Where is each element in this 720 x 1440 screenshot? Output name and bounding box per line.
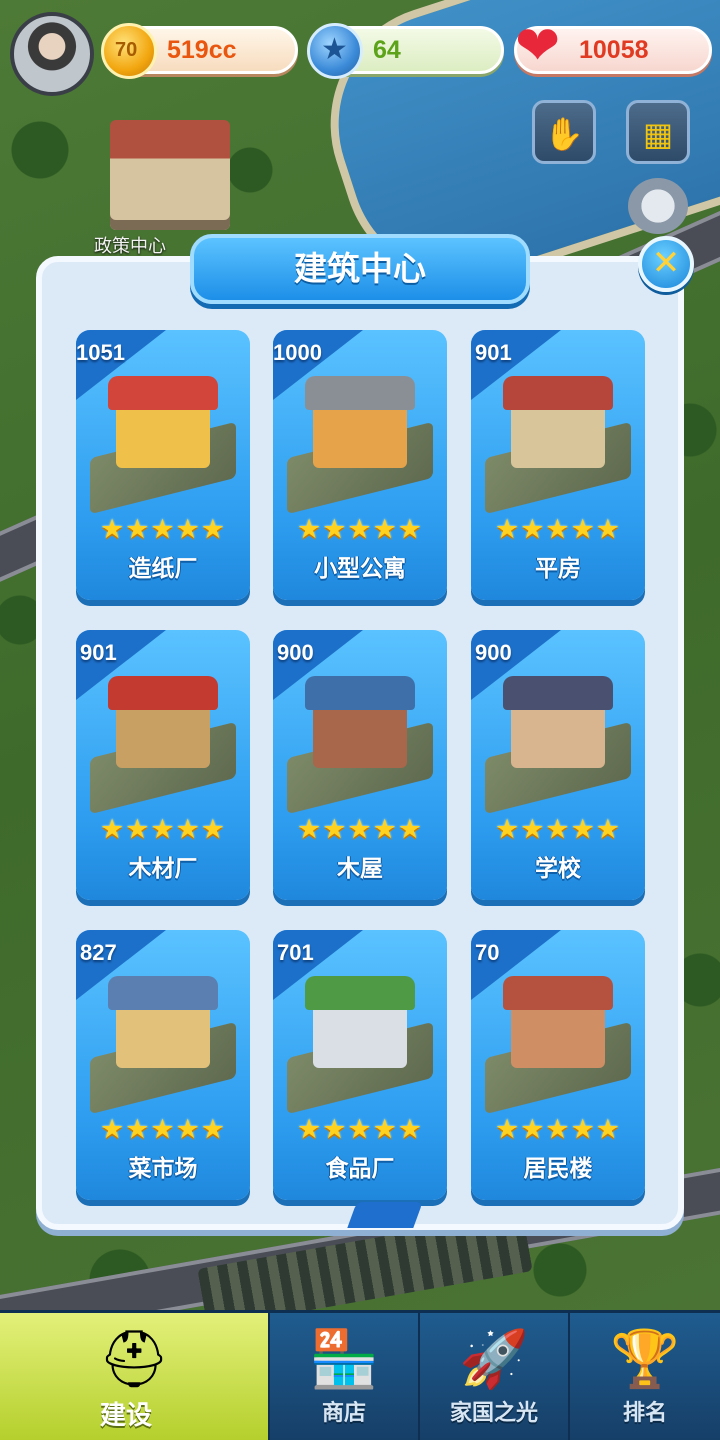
building-image [287, 670, 433, 815]
star-rating: ★★★★★ [99, 814, 227, 844]
building-roof [503, 676, 613, 710]
building-roof [108, 376, 218, 410]
building-image [485, 970, 631, 1115]
nav-shop[interactable]: 🏪 商店 [268, 1313, 418, 1440]
ghostbuster-icon: ✋ [544, 116, 584, 152]
building-count: 900 [475, 640, 512, 665]
building-icon: ▦ [642, 116, 674, 152]
avatar[interactable] [10, 12, 94, 96]
building-roof [108, 976, 218, 1010]
building-count: 901 [475, 340, 512, 365]
ghostbuster-button[interactable]: ✋ [532, 100, 596, 164]
nav-label: 商店 [321, 1400, 366, 1425]
building-grid: 1051 ★★★★★ 造纸厂 1000 ★★★★★ 小型公寓 901 ★★★★★ 平房 901 ★★… [76, 330, 646, 1210]
rocket-icon: 🚀 [459, 1327, 529, 1390]
building-name: 菜市场 [128, 1155, 198, 1181]
star-rating: ★★★★★ [296, 514, 424, 544]
building-image [485, 370, 631, 515]
building-count: 701 [277, 940, 314, 965]
building-name: 木屋 [337, 855, 383, 881]
nav-label: 排名 [622, 1400, 667, 1425]
star-rating: ★★★★★ [99, 1114, 227, 1144]
building-card[interactable]: 900 ★★★★★ 学校 [471, 630, 645, 900]
building-name: 居民楼 [523, 1155, 593, 1181]
bottom-nav: ⛑ 建设 🏪 商店 🚀 家国之光 🏆 排名 [0, 1310, 720, 1440]
building-name: 学校 [535, 855, 581, 881]
star-rating: ★★★★★ [494, 514, 622, 544]
building-count: 901 [80, 640, 117, 665]
building-roof [503, 976, 613, 1010]
star-rating: ★★★★★ [296, 814, 424, 844]
building-image [90, 670, 236, 815]
star-rating: ★★★★★ [494, 1114, 622, 1144]
building-image [485, 670, 631, 815]
building-card[interactable]: 1051 ★★★★★ 造纸厂 [76, 330, 250, 600]
building-count: 1051 [76, 340, 125, 365]
coin-value: 519cc [167, 36, 237, 64]
heart-value: 10058 [579, 36, 649, 64]
building-card[interactable]: 827 ★★★★★ 菜市场 [76, 930, 250, 1200]
building-image [287, 370, 433, 515]
building-count: 1000 [273, 340, 322, 365]
building-roof [108, 676, 218, 710]
ranking-icon: 🏆 [610, 1327, 680, 1390]
nav-ranking[interactable]: 🏆 排名 [568, 1313, 720, 1440]
nav-label: 建设 [99, 1400, 152, 1430]
building-card[interactable]: 900 ★★★★★ 木屋 [273, 630, 447, 900]
heart-icon: ❤ [515, 16, 561, 76]
shop-icon: 🏪 [309, 1327, 379, 1390]
star-rating: ★★★★★ [494, 814, 622, 844]
policy-center-building[interactable] [110, 120, 230, 230]
building-card[interactable]: 901 ★★★★★ 木材厂 [76, 630, 250, 900]
building-card[interactable]: 1000 ★★★★★ 小型公寓 [273, 330, 447, 600]
building-card[interactable]: 901 ★★★★★ 平房 [471, 330, 645, 600]
building-roof [305, 976, 415, 1010]
building-name: 小型公寓 [314, 555, 406, 581]
building-image [90, 370, 236, 515]
star-rating: ★★★★★ [99, 514, 227, 544]
announcement-horn-icon[interactable] [628, 178, 688, 234]
building-name: 平房 [535, 555, 581, 581]
close-button[interactable]: ✕ [638, 236, 694, 292]
policy-center-label: 政策中心 [94, 236, 166, 256]
coin-counter: 70 519cc [101, 23, 298, 79]
building-name: 木材厂 [128, 855, 198, 881]
building-name: 食品厂 [325, 1155, 395, 1181]
hardhat-icon: ⛑ [98, 1327, 170, 1390]
nav-build[interactable]: ⛑ 建设 [0, 1313, 268, 1440]
close-icon: ✕ [651, 244, 681, 282]
nav-national-glory[interactable]: 🚀 家国之光 [418, 1313, 568, 1440]
panel-title: 建筑中心 [190, 234, 530, 304]
nav-label: 家国之光 [449, 1400, 538, 1425]
star-badge-icon: ★ [307, 23, 363, 79]
star-value: 64 [373, 36, 401, 64]
star-rating: ★★★★★ [296, 1114, 424, 1144]
next-card-peek [347, 1202, 423, 1228]
building-image [90, 970, 236, 1115]
building-name: 造纸厂 [128, 555, 198, 581]
building-count: 70 [475, 940, 500, 965]
building-button[interactable]: ▦ [626, 100, 690, 164]
building-count: 827 [80, 940, 117, 965]
star-counter: ★ 64 [307, 23, 504, 79]
coin-icon: 70 [101, 23, 157, 79]
building-roof [305, 676, 415, 710]
building-image [287, 970, 433, 1115]
heart-counter: ❤ 10058 [514, 19, 712, 74]
building-card[interactable]: 701 ★★★★★ 食品厂 [273, 930, 447, 1200]
building-roof [503, 376, 613, 410]
building-count: 900 [277, 640, 314, 665]
building-card[interactable]: 70 ★★★★★ 居民楼 [471, 930, 645, 1200]
building-roof [305, 376, 415, 410]
